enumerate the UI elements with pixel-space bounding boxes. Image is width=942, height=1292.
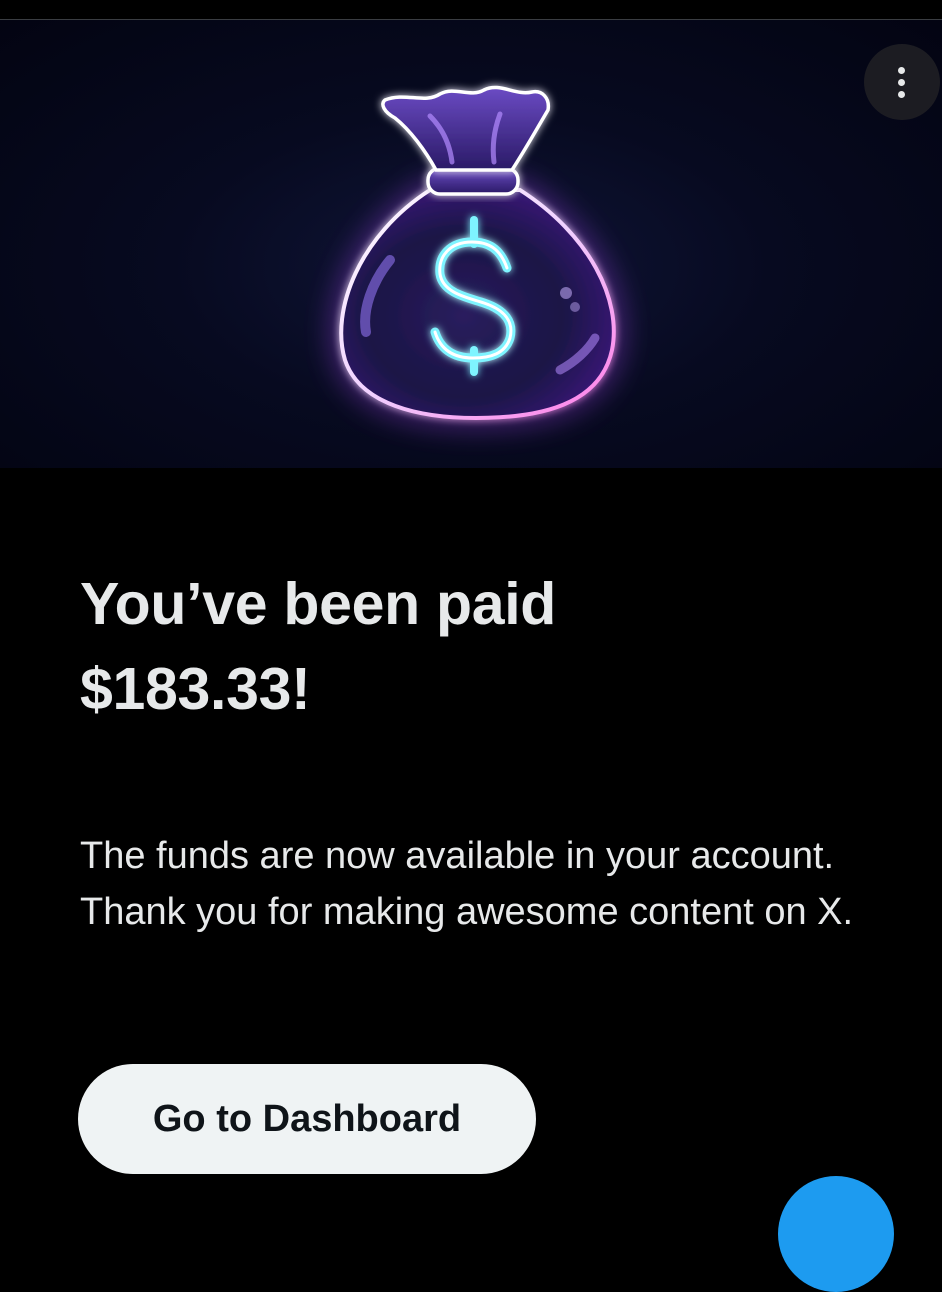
more-options-button[interactable] <box>864 44 940 120</box>
top-divider <box>0 0 942 20</box>
payout-headline: You’ve been paid $183.33! <box>80 562 880 732</box>
more-vertical-icon <box>897 66 905 98</box>
payout-message: The funds are now available in your acco… <box>80 835 854 933</box>
compose-fab-button[interactable] <box>778 1176 894 1292</box>
headline-line-1: You’ve been paid <box>80 571 557 637</box>
hero-banner <box>0 20 942 468</box>
payout-amount: $183.33! <box>80 656 311 722</box>
money-bag-icon <box>332 85 623 428</box>
go-to-dashboard-button[interactable]: Go to Dashboard <box>78 1064 536 1174</box>
